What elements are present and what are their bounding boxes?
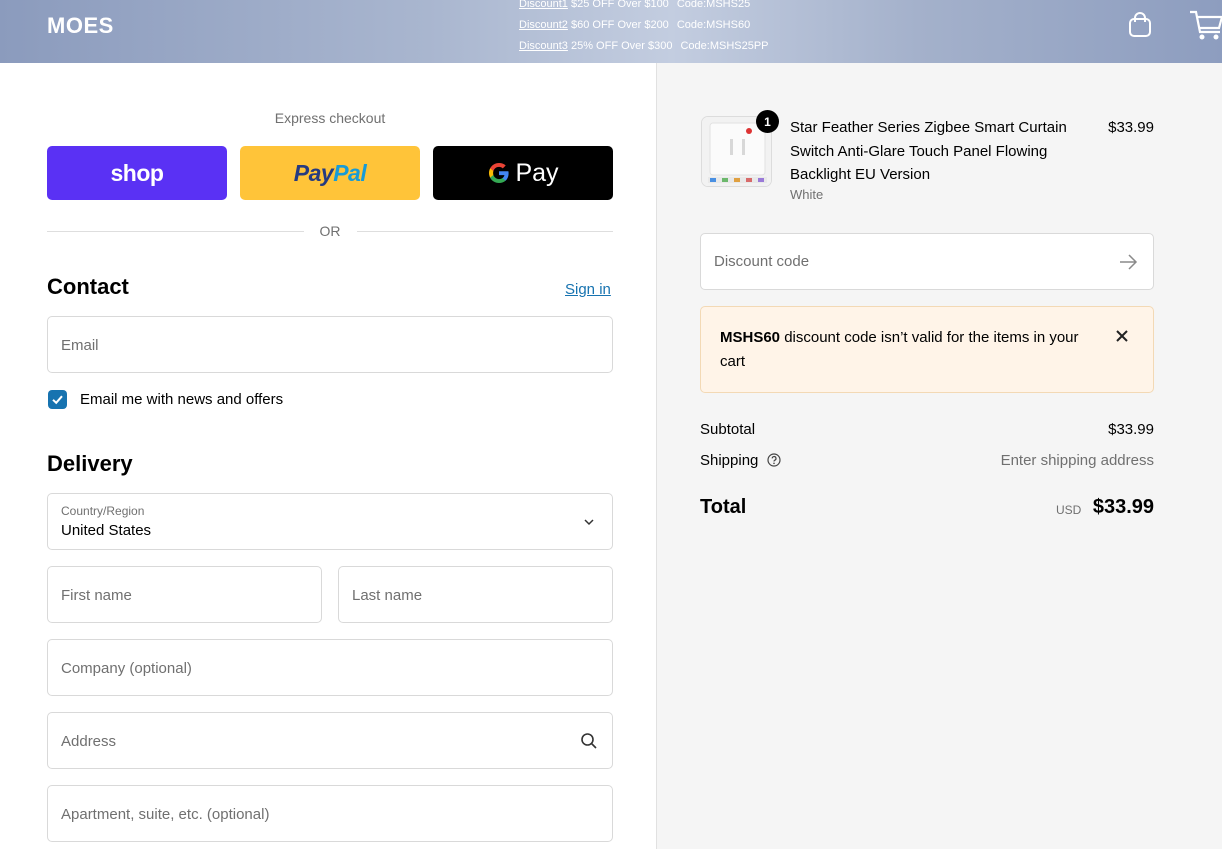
alert-message: MSHS60 discount code isn’t valid for the…: [720, 326, 1080, 374]
product-name: Star Feather Series Zigbee Smart Curtain…: [790, 119, 1067, 183]
cart-icon[interactable]: [1188, 6, 1222, 42]
address-placeholder: Address: [61, 733, 117, 750]
promo-code: Code:MSHS25: [676, 0, 751, 10]
delivery-heading: Delivery: [47, 451, 133, 476]
product-variant: White: [790, 187, 824, 202]
checkmark-icon: [52, 395, 63, 405]
subtotal-label: Subtotal: [700, 421, 756, 438]
sign-in-link[interactable]: Sign in: [565, 281, 611, 298]
promo-text: $60 OFF Over $200: [567, 19, 669, 31]
chevron-down-icon: [584, 519, 594, 526]
apartment-field[interactable]: Apartment, suite, etc. (optional): [47, 785, 613, 842]
promo-line: Discount1 $25 OFF Over $100 Code:MSHS25: [519, 0, 769, 15]
product-price: $33.99: [1108, 119, 1154, 136]
promo-code: Code:MSHS25PP: [680, 40, 769, 52]
total-value: $33.99: [1092, 496, 1154, 518]
promo-text: 25% OFF Over $300: [567, 40, 673, 52]
header-bar: MOES Discount1 $25 OFF Over $100 Code:MSH…: [0, 0, 1222, 63]
help-icon[interactable]: [766, 453, 781, 467]
quantity-badge: 1: [756, 110, 779, 133]
email-field[interactable]: Email: [47, 316, 613, 373]
total-label: Total: [700, 496, 747, 518]
promo-text: $25 OFF Over $100: [567, 0, 669, 10]
close-icon[interactable]: [1113, 327, 1131, 345]
shipping-label: Shipping: [700, 452, 759, 469]
google-pay-label: Pay: [515, 158, 559, 187]
contact-heading: Contact: [47, 274, 129, 299]
first-name-field[interactable]: First name: [47, 566, 322, 623]
discount-error-alert: MSHS60 discount code isn’t valid for the…: [700, 306, 1154, 393]
company-field[interactable]: Company (optional): [47, 639, 613, 696]
promo-link[interactable]: Discount3: [519, 40, 568, 52]
last-name-field[interactable]: Last name: [338, 566, 613, 623]
discount-code-field[interactable]: Discount code: [700, 233, 1154, 290]
newsletter-checkbox[interactable]: [48, 390, 67, 409]
promo-banner: Discount1 $25 OFF Over $100 Code:MSHS25 D…: [519, 0, 769, 57]
apartment-placeholder: Apartment, suite, etc. (optional): [61, 806, 270, 823]
shop-pay-label: shop: [110, 159, 164, 186]
alert-code: MSHS60: [720, 329, 781, 346]
shipping-row: Shipping: [700, 452, 781, 469]
promo-code: Code:MSHS60: [676, 19, 751, 31]
express-checkout-label: Express checkout: [274, 110, 386, 126]
google-g-icon: [489, 163, 510, 183]
country-select[interactable]: Country/Region United States: [47, 493, 613, 550]
search-icon[interactable]: [580, 732, 598, 750]
company-placeholder: Company (optional): [61, 660, 192, 677]
shopping-bag-icon[interactable]: [1128, 12, 1152, 38]
paypal-label: PayPal: [293, 159, 367, 186]
currency-label: USD: [1056, 503, 1082, 517]
email-placeholder: Email: [61, 337, 99, 354]
address-field[interactable]: Address: [47, 712, 613, 769]
or-divider: OR: [47, 221, 613, 241]
newsletter-option[interactable]: Email me with news and offers: [48, 390, 283, 409]
last-name-placeholder: Last name: [352, 587, 423, 604]
promo-line: Discount2 $60 OFF Over $200 Code:MSHS60: [519, 15, 769, 36]
country-label: Country/Region: [61, 504, 145, 518]
promo-link[interactable]: Discount2: [519, 19, 568, 31]
promo-line: Discount3 25% OFF Over $300 Code:MSHS25PP: [519, 36, 769, 57]
shipping-value: Enter shipping address: [1000, 452, 1154, 469]
paypal-button[interactable]: PayPal: [240, 146, 420, 200]
first-name-placeholder: First name: [61, 587, 132, 604]
discount-placeholder: Discount code: [714, 253, 810, 270]
newsletter-label: Email me with news and offers: [80, 391, 284, 408]
arrow-right-icon[interactable]: [1117, 251, 1139, 273]
promo-link[interactable]: Discount1: [519, 0, 568, 10]
google-pay-button[interactable]: Pay: [433, 146, 613, 200]
subtotal-value: $33.99: [1108, 421, 1154, 438]
country-value: United States: [61, 522, 152, 539]
shop-pay-button[interactable]: shop: [47, 146, 227, 200]
store-logo[interactable]: MOES: [47, 13, 114, 39]
or-label: OR: [319, 223, 341, 239]
